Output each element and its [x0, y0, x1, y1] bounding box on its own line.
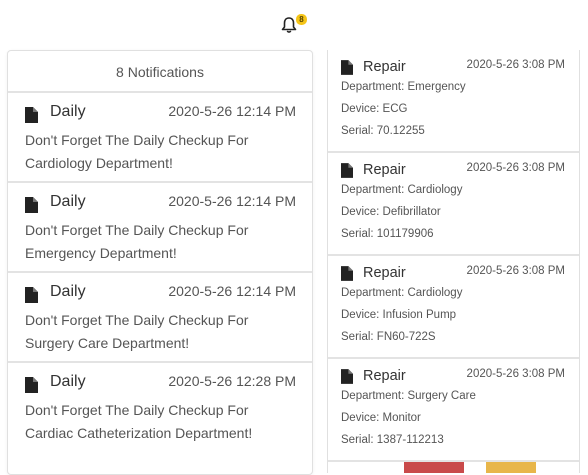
repair-serial: Serial: 1387-112213	[341, 434, 444, 446]
repair-department: Department: Surgery Care	[341, 390, 476, 402]
repair-time: 2020-5-26 3:08 PM	[466, 162, 565, 174]
repair-serial: Serial: 70.12255	[341, 125, 425, 137]
repair-device: Device: ECG	[341, 103, 408, 115]
notification-count-badge: 8	[296, 14, 307, 25]
repair-notifications-panel: Repair 2020-5-26 3:08 PM Department: Eme…	[327, 50, 580, 473]
repair-type: Repair	[363, 265, 406, 281]
notifications-dropdown: 8 Notifications Daily 2020-5-26 12:14 PM…	[7, 50, 313, 475]
repair-item[interactable]: Repair 2020-5-26 3:08 PM Department: Eme…	[328, 50, 579, 153]
notification-type: Daily	[50, 283, 86, 300]
notification-time: 2020-5-26 12:14 PM	[168, 103, 296, 119]
notification-type: Daily	[50, 373, 86, 390]
document-icon	[341, 266, 353, 281]
repair-item[interactable]: Repair 2020-5-26 3:08 PM Department: Car…	[328, 256, 579, 359]
document-icon	[25, 197, 38, 213]
notification-item[interactable]: Daily 2020-5-26 12:14 PM Don't Forget Th…	[8, 271, 312, 361]
notification-item[interactable]: Daily 2020-5-26 12:14 PM Don't Forget Th…	[8, 181, 312, 271]
repair-device: Device: Monitor	[341, 412, 421, 424]
repair-time: 2020-5-26 3:08 PM	[466, 368, 565, 380]
document-icon	[341, 163, 353, 178]
notification-message: Don't Forget The Daily Checkup For Surge…	[25, 312, 249, 351]
repair-serial: Serial: FN60-722S	[341, 331, 436, 343]
repair-item[interactable]: Repair 2020-5-26 3:08 PM Department: Sur…	[328, 359, 579, 462]
repair-department: Department: Cardiology	[341, 287, 463, 299]
notification-type: Daily	[50, 193, 86, 210]
repair-time: 2020-5-26 3:08 PM	[466, 59, 565, 71]
repair-department: Department: Emergency	[341, 81, 466, 93]
notification-type: Daily	[50, 103, 86, 120]
notification-item[interactable]: Daily 2020-5-26 12:28 PM Don't Forget Th…	[8, 361, 312, 451]
document-icon	[25, 107, 38, 123]
repair-type: Repair	[363, 59, 406, 75]
repair-device: Device: Defibrillator	[341, 206, 441, 218]
notification-message: Don't Forget The Daily Checkup For Cardi…	[25, 132, 249, 171]
notification-time: 2020-5-26 12:28 PM	[168, 373, 296, 389]
repair-serial: Serial: 101179906	[341, 228, 434, 240]
document-icon	[341, 60, 353, 75]
repair-time: 2020-5-26 3:08 PM	[466, 265, 565, 277]
document-icon	[341, 369, 353, 384]
repair-device: Device: Infusion Pump	[341, 309, 457, 321]
notification-message: Don't Forget The Daily Checkup For Emerg…	[25, 222, 249, 261]
repair-list: Repair 2020-5-26 3:08 PM Department: Eme…	[328, 50, 579, 462]
notifications-bell-button[interactable]: 8	[281, 14, 307, 36]
notifications-header: 8 Notifications	[116, 64, 204, 80]
repair-department: Department: Cardiology	[341, 184, 463, 196]
repair-type: Repair	[363, 368, 406, 384]
repair-type: Repair	[363, 162, 406, 178]
notification-message: Don't Forget The Daily Checkup For Cardi…	[25, 402, 253, 441]
document-icon	[25, 377, 38, 393]
notification-item[interactable]: Daily 2020-5-26 12:14 PM Don't Forget Th…	[8, 91, 312, 181]
notification-list: Daily 2020-5-26 12:14 PM Don't Forget Th…	[8, 91, 312, 451]
notification-time: 2020-5-26 12:14 PM	[168, 283, 296, 299]
notification-time: 2020-5-26 12:14 PM	[168, 193, 296, 209]
background-stripe-red	[404, 462, 464, 473]
bell-icon	[281, 17, 297, 33]
document-icon	[25, 287, 38, 303]
background-stripe-yellow	[486, 462, 536, 473]
repair-item[interactable]: Repair 2020-5-26 3:08 PM Department: Car…	[328, 153, 579, 256]
